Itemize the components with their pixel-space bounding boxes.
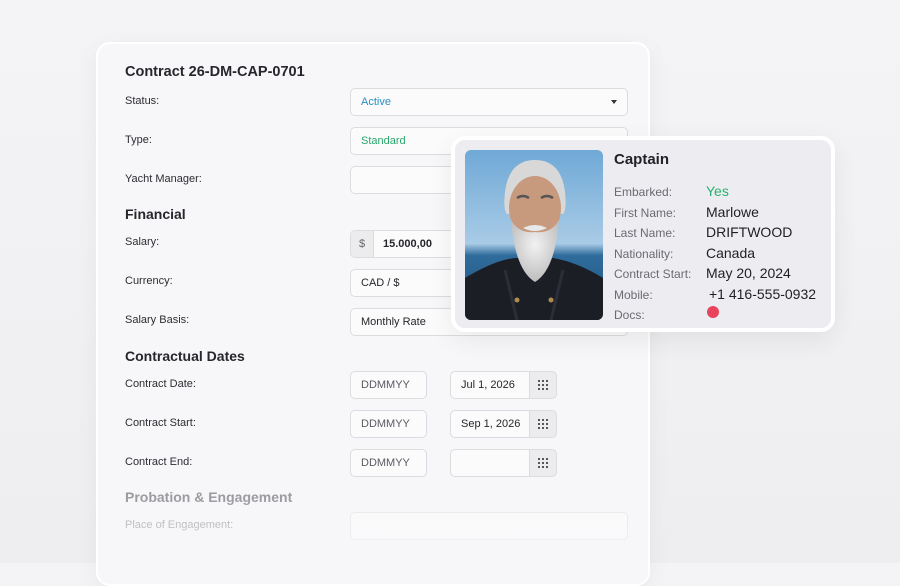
contract-start-label: Contract Start: — [125, 417, 196, 429]
contract-start-calendar-button[interactable] — [529, 410, 557, 438]
contract-start-value: Sep 1, 2026 — [461, 418, 521, 430]
mobile-value[interactable]: +1 416-555-0932 — [709, 286, 816, 302]
docs-label: Docs: — [614, 308, 645, 322]
status-value: Active — [361, 96, 391, 108]
salary-basis-value: Monthly Rate — [361, 316, 426, 328]
contract-end-placeholder: DDMMYY — [361, 457, 410, 469]
contract-start-input[interactable]: DDMMYY — [350, 410, 427, 438]
place-of-engagement-label: Place of Engagement: — [125, 519, 234, 531]
captain-portrait — [465, 150, 603, 320]
contract-end-label: Contract End: — [125, 456, 193, 468]
last-name-value: DRIFTWOOD — [706, 224, 793, 240]
type-value: Standard — [361, 135, 406, 147]
calendar-grid-icon — [538, 380, 548, 390]
contract-start-value-field[interactable]: Sep 1, 2026 — [450, 410, 530, 438]
calendar-grid-icon — [538, 458, 548, 468]
contract-start-popup-value: May 20, 2024 — [706, 265, 791, 281]
embarked-value: Yes — [706, 183, 729, 199]
currency-label: Currency: — [125, 275, 173, 287]
status-select[interactable]: Active — [350, 88, 628, 116]
chevron-down-icon — [611, 100, 617, 104]
status-dot-icon — [707, 306, 719, 318]
contract-date-value: Jul 1, 2026 — [461, 379, 515, 391]
embarked-label: Embarked: — [614, 185, 673, 199]
contract-title: Contract 26-DM-CAP-0701 — [125, 64, 305, 80]
probation-section-title: Probation & Engagement — [125, 489, 293, 505]
contract-date-placeholder: DDMMYY — [361, 379, 410, 391]
popup-title: Captain — [614, 151, 670, 168]
currency-value: CAD / $ — [361, 277, 400, 289]
financial-section-title: Financial — [125, 206, 186, 222]
last-name-label: Last Name: — [614, 226, 676, 240]
contract-date-input[interactable]: DDMMYY — [350, 371, 427, 399]
currency-prefix: $ — [351, 231, 374, 257]
contract-date-calendar-button[interactable] — [529, 371, 557, 399]
status-label: Status: — [125, 95, 160, 107]
place-of-engagement-field[interactable] — [350, 512, 628, 540]
salary-basis-label: Salary Basis: — [125, 314, 190, 326]
nationality-label: Nationality: — [614, 247, 674, 261]
salary-label: Salary: — [125, 236, 160, 248]
contract-end-input[interactable]: DDMMYY — [350, 449, 427, 477]
contract-date-value-field[interactable]: Jul 1, 2026 — [450, 371, 530, 399]
first-name-value: Marlowe — [706, 204, 759, 220]
crew-popup-card: Captain Embarked: Yes First Name: Marlow… — [451, 136, 835, 332]
yacht-manager-label: Yacht Manager: — [125, 173, 202, 185]
contract-end-value-field[interactable] — [450, 449, 530, 477]
contract-start-placeholder: DDMMYY — [361, 418, 410, 430]
contractual-dates-section-title: Contractual Dates — [125, 348, 245, 364]
nationality-value: Canada — [706, 245, 756, 261]
salary-value: 15.000,00 — [383, 238, 432, 250]
contract-start-popup-label: Contract Start: — [614, 267, 692, 281]
calendar-grid-icon — [538, 419, 548, 429]
contract-date-label: Contract Date: — [125, 378, 196, 390]
mobile-label: Mobile: — [614, 288, 653, 302]
contract-end-calendar-button[interactable] — [529, 449, 557, 477]
type-label: Type: — [125, 134, 152, 146]
first-name-label: First Name: — [614, 206, 677, 220]
